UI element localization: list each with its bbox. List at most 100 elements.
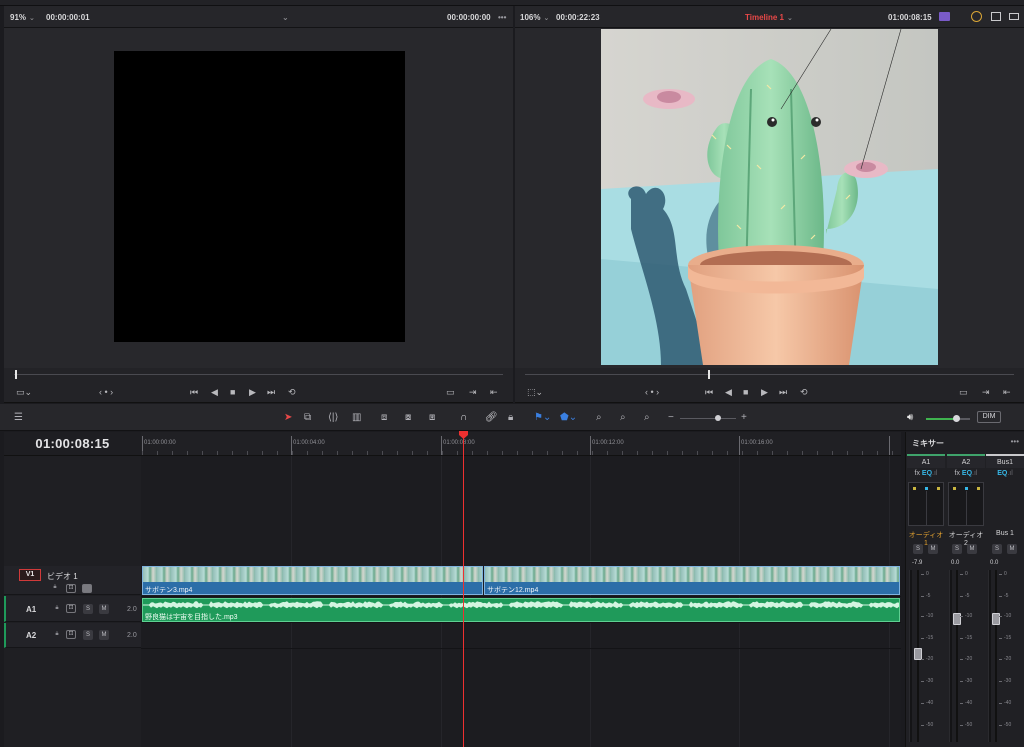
track-header-v1[interactable]: V1 ビデオ 1 🔒︎ ⊡ [4,566,141,595]
dynamic-trim-icon[interactable]: ⟨|⟩ [328,412,338,423]
audio-clip[interactable]: 野良猫は宇宙を目指した.mp3 [142,598,900,622]
fx-label[interactable]: fx [915,470,920,477]
mark-in-icon[interactable]: ⇥ [982,387,990,397]
zoom-slider-handle[interactable] [715,415,721,421]
marker-icon[interactable]: ⬟⌄ [560,412,577,423]
lock-icon[interactable]: 🔒︎ [52,605,62,614]
track-tag-v1[interactable]: V1 [19,569,41,581]
eq-label[interactable]: EQ [922,470,932,477]
mute-button[interactable]: M [967,544,977,554]
solo-button[interactable]: S [83,604,93,614]
cinema-mode-icon[interactable] [991,12,1001,21]
source-zoom[interactable]: 91% ⌄ [10,13,35,22]
track-tag-a2[interactable]: A2 [26,631,36,640]
loop-icon[interactable]: ⟲ [288,387,296,397]
linked-selection-icon[interactable]: 🔗︎ [485,412,498,423]
timeline-scrubber[interactable] [515,368,1024,381]
solo-button[interactable]: S [952,544,962,554]
mark-in-icon[interactable]: ⇥ [469,387,477,397]
mute-button[interactable]: M [928,544,938,554]
eq-label[interactable]: EQ [997,470,1007,477]
solo-button[interactable]: S [83,630,93,640]
play-reverse-icon[interactable]: ◀ [725,387,732,397]
overwrite-clip-icon[interactable]: ⧇ [405,412,411,423]
track-tag-a1[interactable]: A1 [26,605,36,614]
track-header-a2[interactable]: A2 🔒︎ ⊡ S M 2.0 [4,623,141,648]
timeline-tracks[interactable]: サボテン3.mp4 サボテン12.mp4 野良猫は宇宙を目指した.mp3 [141,456,901,747]
go-to-end-icon[interactable]: ⏭ [267,387,275,397]
timeline-zoom[interactable]: 106% ⌄ [520,13,549,22]
timeline-ruler[interactable]: 01:00:00:00 01:00:04:00 01:00:08:00 01:0… [141,432,901,456]
chevron-down-icon[interactable]: ⌄ [282,13,289,22]
trim-tool-icon[interactable]: ⧉ [304,412,311,423]
timeline-timecode[interactable]: 01:00:08:15 [4,432,141,456]
mark-out-icon[interactable]: ⇤ [1003,387,1011,397]
match-frame-icon[interactable]: ▭ [446,387,455,397]
mixer-fx-eq[interactable]: EQ.ıl [986,470,1024,477]
timeline-viewer[interactable] [515,28,1024,368]
solo-button[interactable]: S [992,544,1002,554]
timeline-view-options-icon[interactable]: ☰ [14,412,23,423]
scrub-playhead[interactable] [708,370,710,379]
clip-view-icon[interactable] [939,12,950,21]
timeline-name-dropdown[interactable]: Timeline 1 ⌄ [745,13,793,22]
fader-handle-a2[interactable] [953,613,961,625]
play-icon[interactable]: ▶ [761,387,768,397]
fullscreen-icon[interactable] [1009,13,1019,20]
transform-icon[interactable]: ⬚⌄ [527,387,543,397]
track-name-v1[interactable]: ビデオ 1 [47,571,78,582]
more-options-icon[interactable]: ••• [1011,437,1019,446]
go-to-start-icon[interactable]: ⏮ [705,387,713,397]
zoom-full-icon[interactable]: ⌕ [596,412,602,423]
lock-icon[interactable]: 🔒︎ [52,631,62,640]
jog-icon[interactable]: ‹ • › [99,387,113,397]
zoom-out-icon[interactable]: − [668,412,674,423]
auto-select-icon[interactable]: ⊡ [66,584,76,593]
zoom-custom-icon[interactable]: ⌕ [644,412,650,423]
flag-icon[interactable]: ⚑⌄ [534,412,551,423]
fader-handle-bus1[interactable] [992,613,1000,625]
blade-tool-icon[interactable]: ▥ [352,412,361,423]
loop-icon[interactable]: ⟲ [800,387,808,397]
fx-label[interactable]: fx [955,470,960,477]
track-enable-icon[interactable] [82,584,92,593]
solo-button[interactable]: S [913,544,923,554]
mute-button[interactable]: M [99,630,109,640]
video-clip[interactable]: サボテン3.mp4 [142,566,483,595]
mixer-fx-eq[interactable]: fx EQ.ıl [907,470,945,477]
eq-label[interactable]: EQ [962,470,972,477]
pan-control[interactable] [908,482,944,526]
pan-control[interactable] [948,482,984,526]
zoom-detail-icon[interactable]: ⌕ [620,412,626,423]
go-to-end-icon[interactable]: ⏭ [779,387,787,397]
stop-icon[interactable]: ■ [743,387,748,397]
auto-select-icon[interactable]: ⊡ [66,630,76,639]
stop-icon[interactable]: ■ [230,387,235,397]
video-clip[interactable]: サボテン12.mp4 [484,566,900,595]
play-icon[interactable]: ▶ [249,387,256,397]
go-to-start-icon[interactable]: ⏮ [190,387,198,397]
scrub-playhead[interactable] [15,370,17,379]
mark-out-icon[interactable]: ⇤ [490,387,498,397]
volume-icon[interactable]: 🔊︎ [907,412,913,423]
more-options-icon[interactable]: ••• [498,13,506,22]
source-scrubber[interactable] [4,368,513,381]
match-frame-icon[interactable]: ▭ [959,387,968,397]
source-viewer[interactable] [4,28,513,368]
replace-clip-icon[interactable]: ⧆ [429,412,435,423]
auto-select-icon[interactable]: ⊡ [66,604,76,613]
jog-icon[interactable]: ‹ • › [645,387,659,397]
view-options-icon[interactable]: ▭⌄ [16,387,32,397]
volume-slider-handle[interactable] [953,415,960,422]
dim-button[interactable]: DIM [977,411,1001,423]
insert-clip-icon[interactable]: ⧈ [381,412,387,423]
mute-button[interactable]: M [99,604,109,614]
position-lock-icon[interactable]: 🔒︎ [508,412,513,423]
mixer-fx-eq[interactable]: fx EQ.ıl [947,470,985,477]
selection-tool-icon[interactable]: ➤ [284,412,292,423]
track-header-a1[interactable]: A1 🔒︎ ⊡ S M 2.0 [4,596,141,622]
play-reverse-icon[interactable]: ◀ [211,387,218,397]
lock-icon[interactable]: 🔒︎ [50,584,60,593]
snapping-icon[interactable]: ∩ [460,412,467,423]
color-picker-icon[interactable] [971,11,982,22]
